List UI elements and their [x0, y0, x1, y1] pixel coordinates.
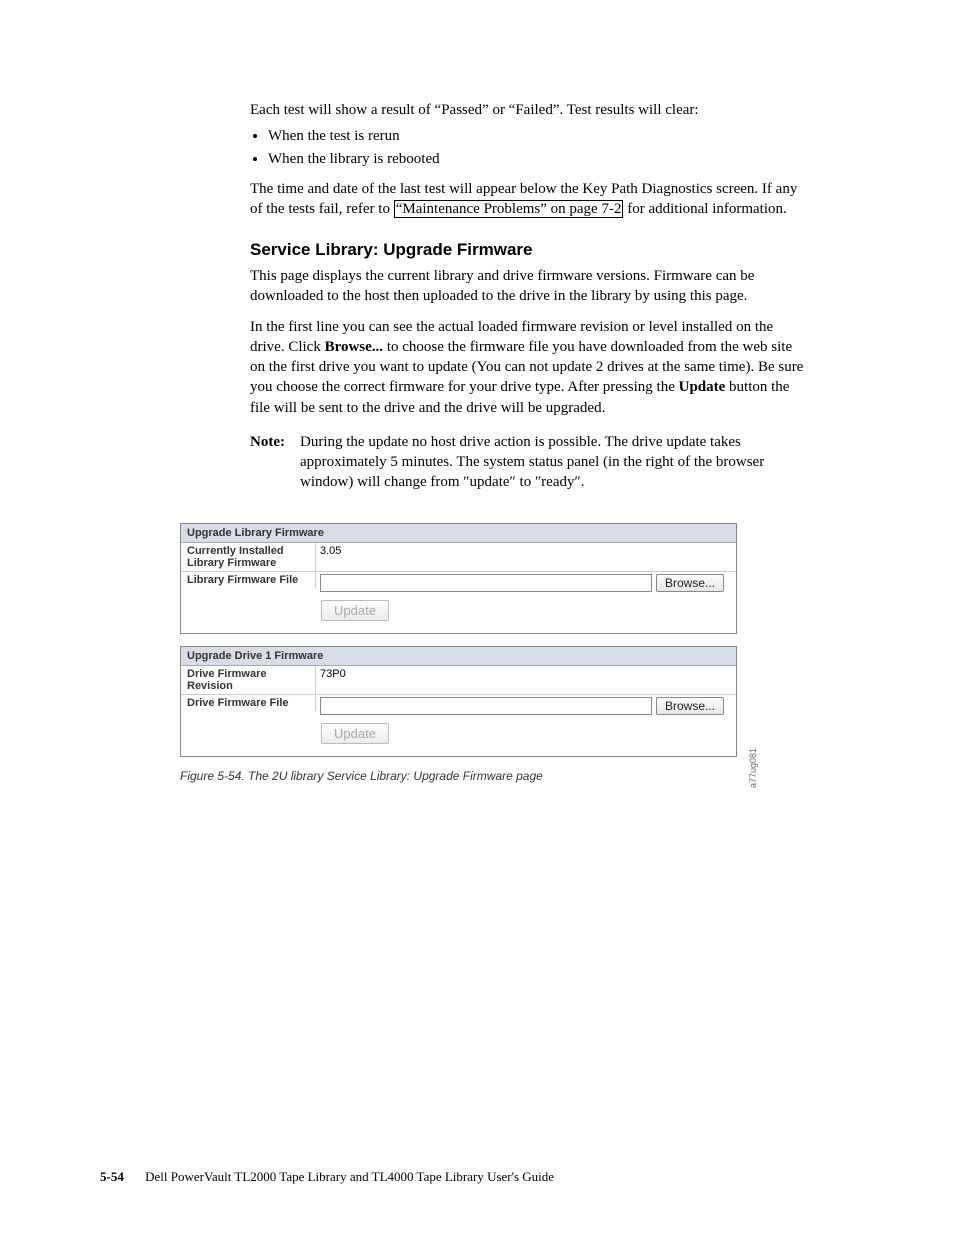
instructions-paragraph: In the first line you can see the actual… [250, 317, 804, 418]
intro-text: Each test will show a result of “Passed”… [250, 100, 804, 120]
update-bold: Update [679, 379, 726, 395]
section-intro: This page displays the current library a… [250, 266, 804, 307]
drive-update-button[interactable]: Update [321, 723, 389, 744]
current-library-fw-value: 3.05 [316, 543, 736, 559]
upgrade-library-panel: Upgrade Library Firmware Currently Insta… [180, 523, 737, 634]
page-number: 5-54 [100, 1169, 124, 1184]
upgrade-library-header: Upgrade Library Firmware [181, 524, 736, 543]
para2-post: for additional information. [623, 201, 786, 217]
note-block: Note: During the update no host drive ac… [250, 432, 804, 493]
library-fw-file-label: Library Firmware File [181, 572, 316, 588]
library-fw-file-input[interactable] [320, 574, 652, 592]
browse-bold: Browse... [325, 339, 383, 355]
drive-fw-file-label: Drive Firmware File [181, 695, 316, 711]
figure-5-54: Upgrade Library Firmware Currently Insta… [180, 523, 804, 783]
library-browse-button[interactable]: Browse... [656, 574, 724, 592]
note-label: Note: [250, 432, 300, 493]
figure-side-label: a77ug081 [748, 748, 758, 788]
maintenance-problems-link[interactable]: “Maintenance Problems” on page 7-2 [394, 200, 624, 218]
upgrade-drive1-header: Upgrade Drive 1 Firmware [181, 647, 736, 666]
note-text: During the update no host drive action i… [300, 432, 804, 493]
drive-browse-button[interactable]: Browse... [656, 697, 724, 715]
section-heading-upgrade-firmware: Service Library: Upgrade Firmware [250, 239, 804, 262]
drive-fw-revision-label: Drive Firmware Revision [181, 666, 316, 694]
page-footer: 5-54 Dell PowerVault TL2000 Tape Library… [100, 1169, 554, 1185]
footer-title: Dell PowerVault TL2000 Tape Library and … [145, 1169, 554, 1184]
time-date-paragraph: The time and date of the last test will … [250, 179, 804, 220]
drive-fw-revision-value: 73P0 [316, 666, 736, 682]
drive-fw-file-input[interactable] [320, 697, 652, 715]
figure-caption: Figure 5-54. The 2U library Service Libr… [180, 769, 804, 783]
library-update-button[interactable]: Update [321, 600, 389, 621]
clear-conditions-list: When the test is rerun When the library … [250, 126, 804, 169]
upgrade-drive1-panel: Upgrade Drive 1 Firmware Drive Firmware … [180, 646, 737, 757]
bullet-rerun: When the test is rerun [268, 126, 804, 146]
bullet-rebooted: When the library is rebooted [268, 149, 804, 169]
current-library-fw-label: Currently Installed Library Firmware [181, 543, 316, 571]
